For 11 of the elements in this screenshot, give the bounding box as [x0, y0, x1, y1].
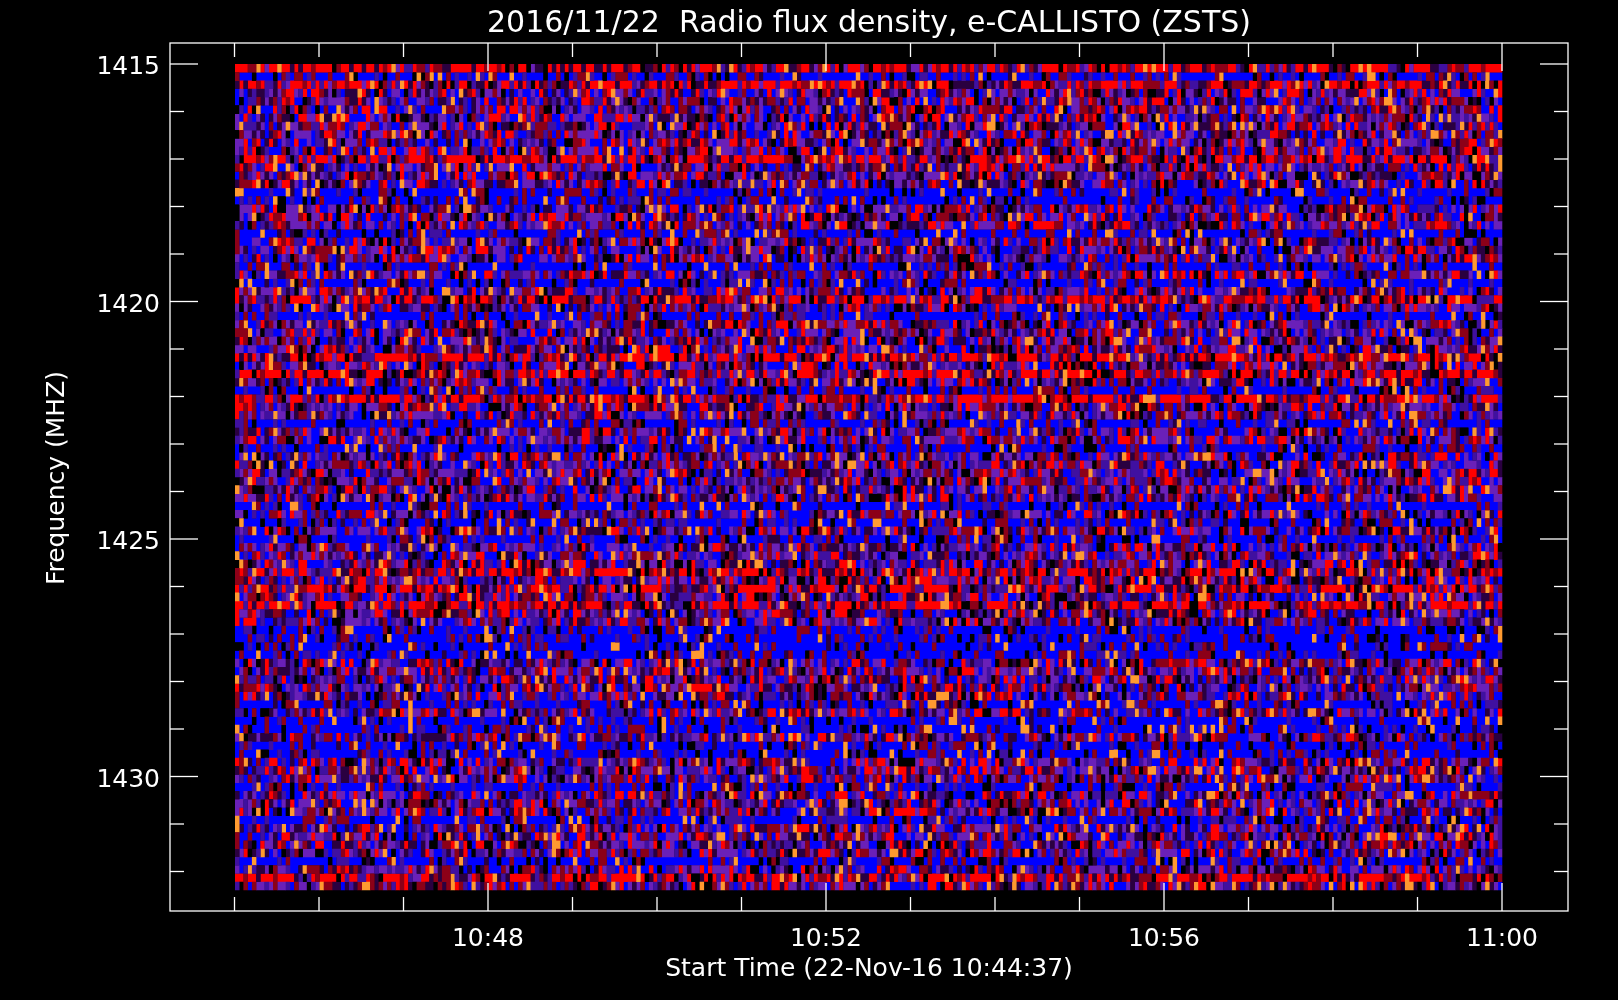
- x-tick-label: 10:48: [452, 923, 524, 952]
- x-tick-label: 10:56: [1128, 923, 1200, 952]
- y-axis-label: Frequency (MHZ): [41, 370, 70, 586]
- y-tick-label: 1430: [96, 763, 160, 793]
- y-tick-label: 1420: [96, 288, 160, 318]
- y-tick-label: 1415: [96, 51, 160, 80]
- x-tick-label: 11:00: [1466, 923, 1538, 952]
- x-tick-label: 10:52: [790, 923, 862, 952]
- x-axis-label: Start Time (22-Nov-16 10:44:37): [665, 953, 1073, 982]
- chart-title: 2016/11/22 Radio flux density, e-CALLISTO (ZSTS): [487, 4, 1251, 39]
- y-tick-label: 1425: [96, 526, 160, 555]
